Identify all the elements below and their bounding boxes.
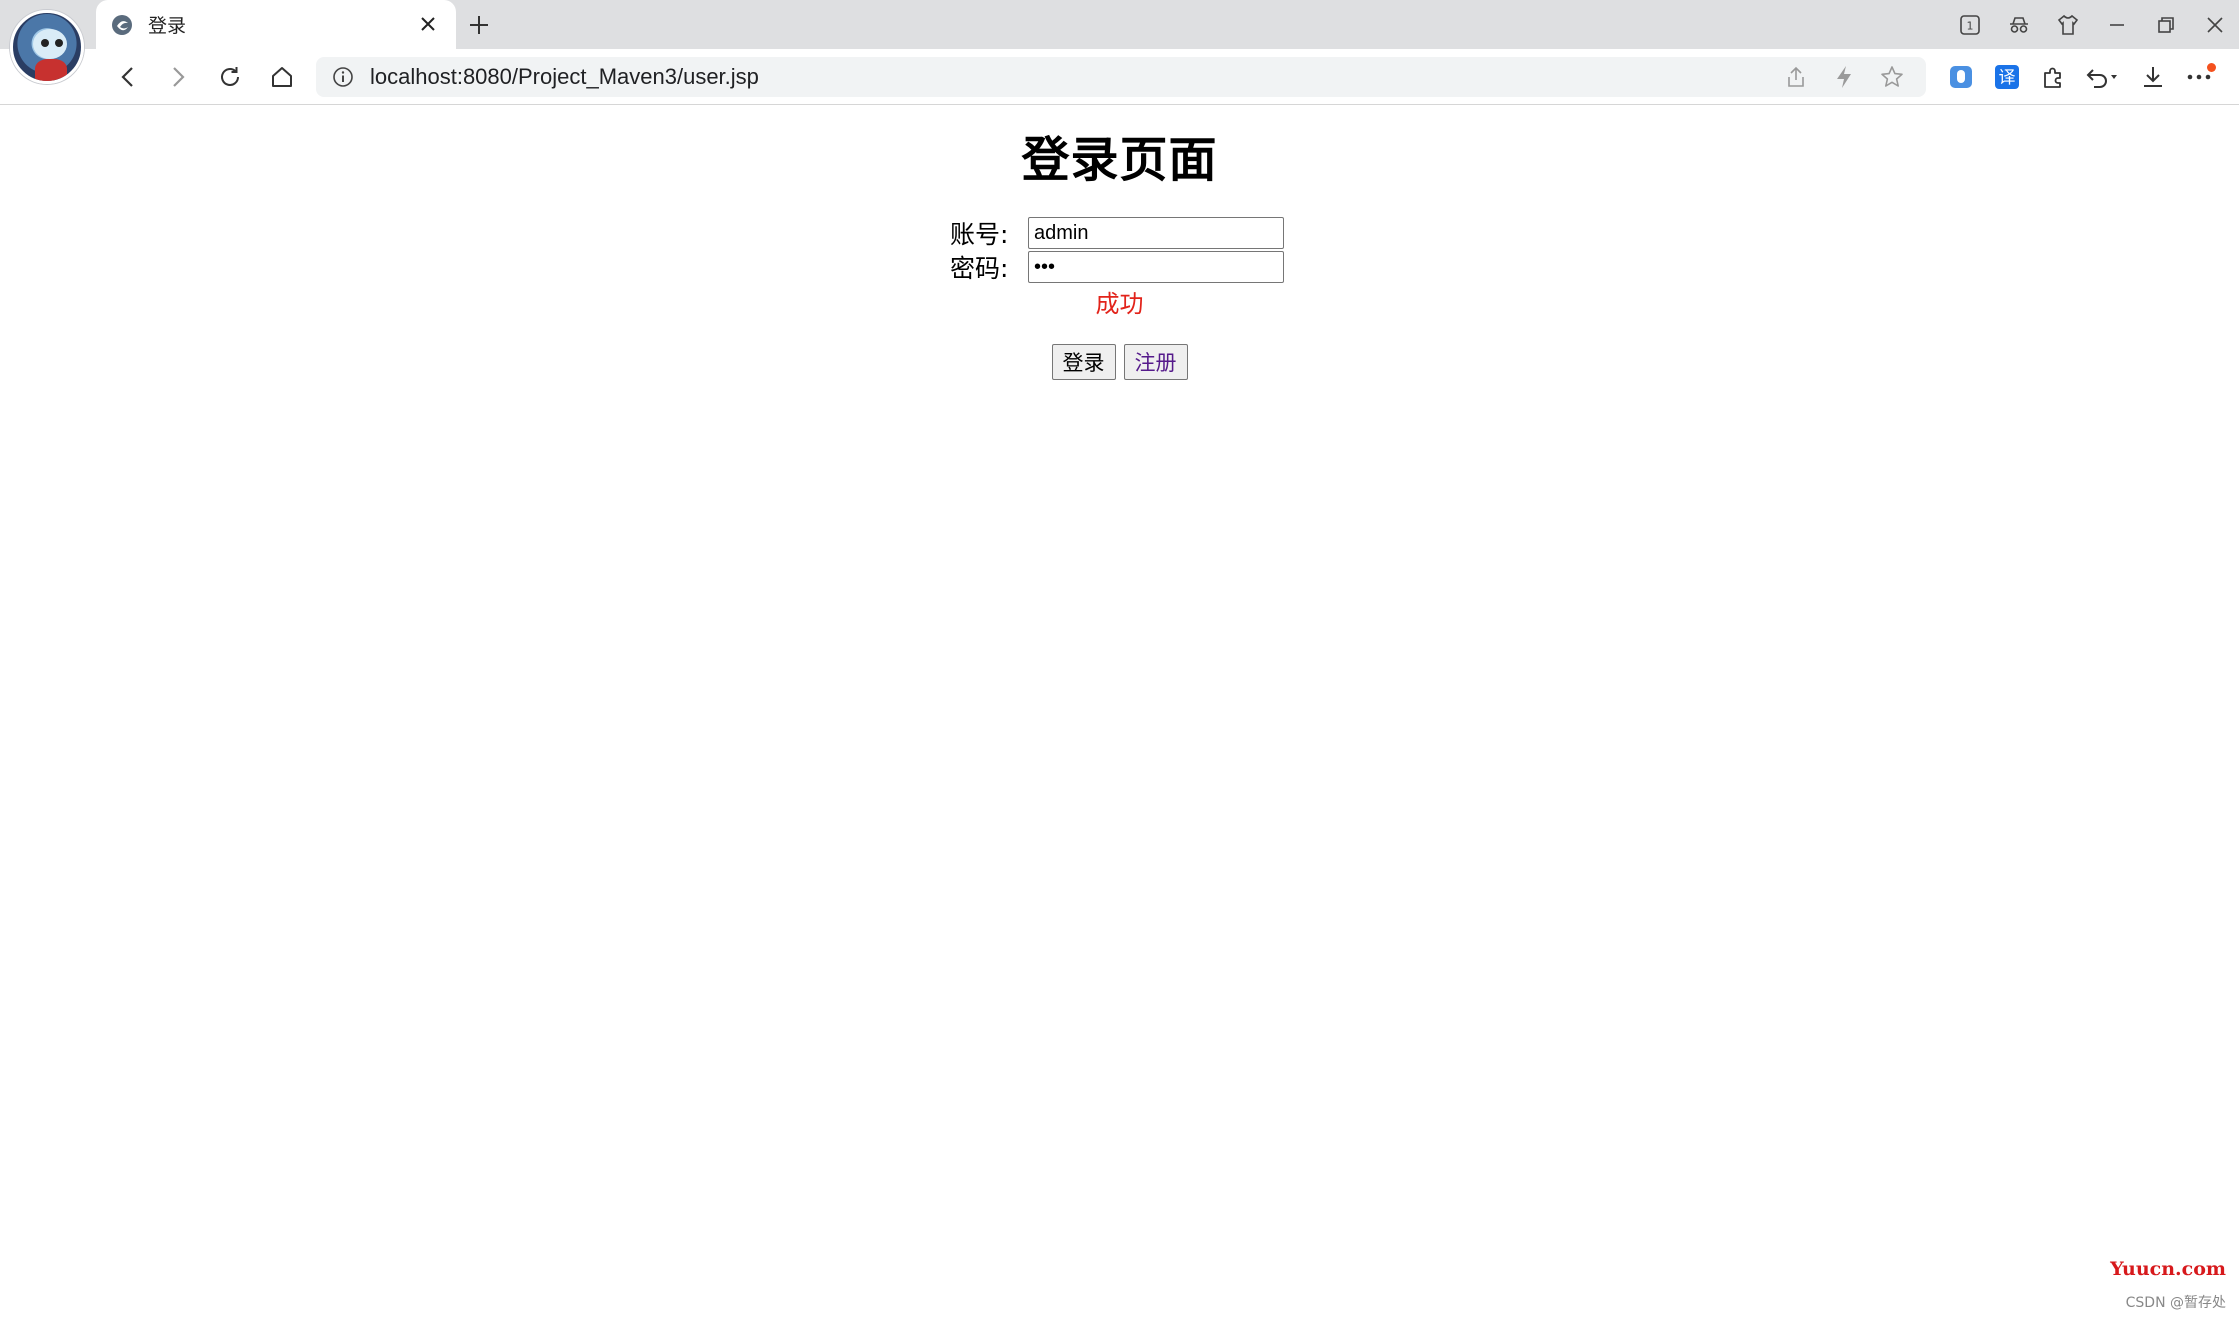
- close-window-icon[interactable]: [2190, 0, 2239, 49]
- password-input[interactable]: [1028, 251, 1284, 283]
- password-row: 密码:: [950, 250, 1284, 284]
- close-icon[interactable]: [414, 10, 442, 38]
- login-button[interactable]: 登录: [1051, 344, 1116, 380]
- url-text[interactable]: localhost:8080/Project_Maven3/user.jsp: [370, 64, 759, 90]
- minimize-icon[interactable]: [2092, 0, 2141, 49]
- browser-logo-icon: [110, 13, 134, 37]
- tab-count-icon[interactable]: 1: [1945, 0, 1994, 49]
- tab-title: 登录: [148, 15, 187, 37]
- tab-count: 1: [1966, 19, 1973, 32]
- extension-shield-icon[interactable]: [1938, 59, 1984, 95]
- register-button[interactable]: 注册: [1123, 344, 1188, 380]
- user-avatar[interactable]: [10, 10, 84, 84]
- arrow-right-icon[interactable]: [160, 59, 196, 95]
- plus-icon[interactable]: [462, 8, 496, 42]
- password-label: 密码:: [950, 254, 1009, 283]
- username-row: 账号:: [950, 216, 1284, 250]
- avatar-eye: [41, 39, 49, 47]
- restore-icon[interactable]: [2141, 0, 2190, 49]
- browser-toolbar: 译: [1938, 59, 2222, 95]
- avatar-eye: [55, 39, 63, 47]
- translate-glyph: 译: [1999, 68, 2016, 88]
- page-title: 登录页面: [1021, 132, 1218, 188]
- skin-icon[interactable]: [2043, 0, 2092, 49]
- translate-icon[interactable]: 译: [1984, 59, 2030, 95]
- site-watermark: Yuucn.com: [2110, 1258, 2226, 1280]
- incognito-icon[interactable]: [1994, 0, 2043, 49]
- arrow-left-icon[interactable]: [110, 59, 146, 95]
- status-message: 成功: [1095, 290, 1144, 318]
- browser-tab[interactable]: 登录: [96, 0, 456, 49]
- reload-icon[interactable]: [212, 59, 248, 95]
- lightning-icon[interactable]: [1820, 59, 1868, 95]
- home-icon[interactable]: [264, 59, 300, 95]
- notification-dot: [2207, 63, 2216, 72]
- star-icon[interactable]: [1868, 59, 1916, 95]
- navigation-bar: localhost:8080/Project_Maven3/user.jsp 译: [0, 49, 2239, 105]
- download-icon[interactable]: [2130, 59, 2176, 95]
- username-label: 账号:: [950, 220, 1009, 249]
- avatar-body: [35, 59, 67, 81]
- address-bar[interactable]: localhost:8080/Project_Maven3/user.jsp: [316, 57, 1926, 97]
- puzzle-icon[interactable]: [2030, 59, 2076, 95]
- csdn-watermark: CSDN @暂存处: [2125, 1295, 2226, 1311]
- page-content: 登录页面 账号: 密码: 成功 登录 注册: [0, 106, 2239, 1324]
- window-controls: 1: [1945, 0, 2239, 49]
- form-buttons: 登录 注册: [0, 344, 2239, 380]
- username-input[interactable]: [1028, 217, 1284, 249]
- share-icon[interactable]: [1772, 59, 1820, 95]
- undo-icon[interactable]: [2076, 59, 2130, 95]
- tab-strip: 登录 1: [0, 0, 2239, 84]
- info-icon[interactable]: [330, 64, 356, 90]
- more-icon[interactable]: [2176, 59, 2222, 95]
- address-bar-actions: [1772, 59, 1916, 95]
